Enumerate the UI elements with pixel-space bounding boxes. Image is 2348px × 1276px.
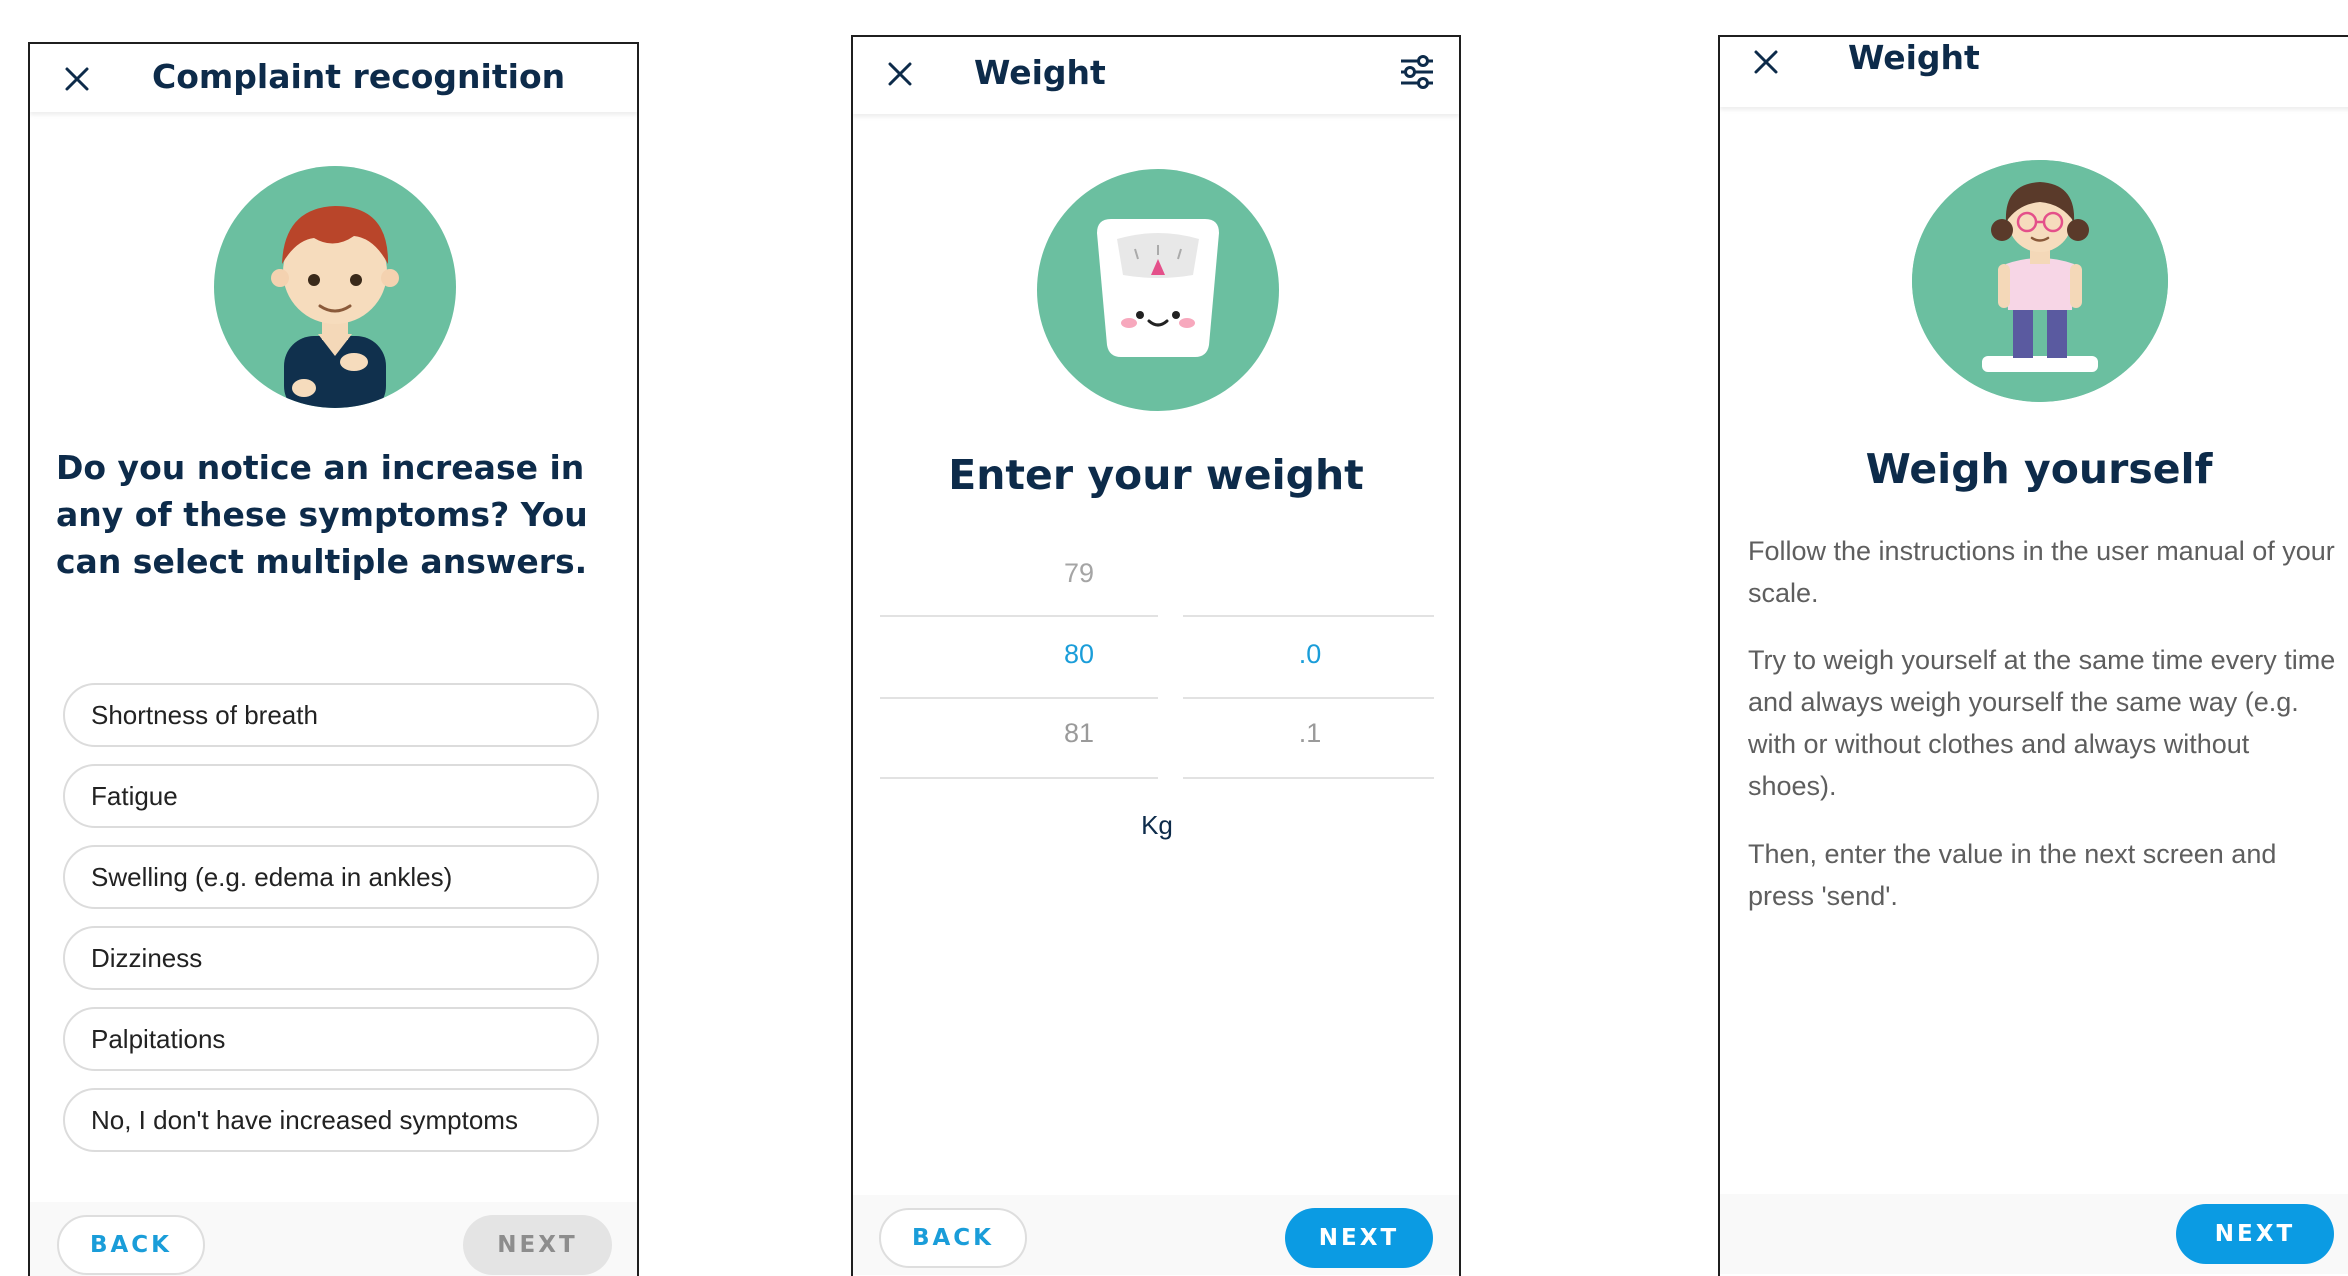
option-fatigue[interactable]: Fatigue	[63, 764, 599, 828]
footer: BACK NEXT	[30, 1202, 637, 1276]
enter-weight-screen: Weight Enter your weight 79 80 .0 81 .1 …	[851, 35, 1461, 1276]
picker-divider	[1183, 777, 1434, 779]
picker-divider	[880, 697, 1158, 699]
picker-divider	[1183, 615, 1434, 617]
instruction-paragraph-3: Then, enter the value in the next screen…	[1748, 839, 2277, 911]
option-no-increased-symptoms[interactable]: No, I don't have increased symptoms	[63, 1088, 599, 1152]
unit-label: Kg	[1141, 810, 1173, 840]
back-button[interactable]: BACK	[879, 1208, 1027, 1268]
close-icon[interactable]	[60, 62, 94, 96]
option-shortness-of-breath[interactable]: Shortness of breath	[63, 683, 599, 747]
picker-whole-selected[interactable]: 80	[1019, 639, 1139, 670]
complaint-recognition-screen: Complaint recognition Do you notice an i…	[28, 42, 639, 1276]
header: Weight	[853, 37, 1459, 114]
next-button[interactable]: NEXT	[1285, 1208, 1433, 1268]
option-dizziness[interactable]: Dizziness	[63, 926, 599, 990]
footer: BACK NEXT	[853, 1195, 1459, 1275]
scale-illustration	[1037, 169, 1279, 411]
picker-whole-below[interactable]: 81	[1019, 718, 1139, 749]
header: Weight	[1720, 37, 2348, 107]
next-button[interactable]: NEXT	[2176, 1204, 2334, 1264]
weigh-yourself-heading: Weigh yourself	[1865, 445, 2213, 493]
header: Complaint recognition	[30, 44, 637, 112]
picker-divider	[880, 777, 1158, 779]
option-swelling[interactable]: Swelling (e.g. edema in ankles)	[63, 845, 599, 909]
page-title: Weight	[974, 53, 1106, 92]
instruction-paragraph-2: Try to weigh yourself at the same time e…	[1748, 645, 2336, 801]
picker-decimal-selected[interactable]: .0	[1250, 639, 1370, 670]
enter-weight-heading: Enter your weight	[948, 451, 1364, 499]
next-button[interactable]: NEXT	[463, 1215, 612, 1275]
picker-decimal-below[interactable]: .1	[1250, 718, 1370, 749]
picker-divider	[880, 615, 1158, 617]
footer: NEXT	[1720, 1194, 2348, 1274]
close-icon[interactable]	[1749, 45, 1783, 79]
picker-whole-above[interactable]: 79	[1019, 558, 1139, 589]
weigh-yourself-screen: Weight Weigh yourself Follow the instruc…	[1718, 35, 2348, 1276]
question-text: Do you notice an increase in any of thes…	[56, 448, 588, 581]
back-button[interactable]: BACK	[57, 1215, 205, 1275]
option-palpitations[interactable]: Palpitations	[63, 1007, 599, 1071]
woman-on-scale-illustration	[1912, 160, 2168, 402]
instruction-paragraph-1: Follow the instructions in the user manu…	[1748, 536, 2335, 608]
boy-avatar-illustration	[214, 166, 456, 408]
close-icon[interactable]	[883, 57, 917, 91]
page-title: Complaint recognition	[152, 57, 566, 96]
page-title: Weight	[1848, 38, 1980, 77]
picker-divider	[1183, 697, 1434, 699]
filter-settings-icon[interactable]	[1397, 52, 1437, 92]
